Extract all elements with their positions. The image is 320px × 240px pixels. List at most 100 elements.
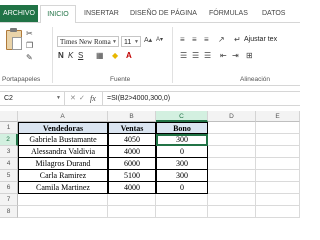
decrease-indent-icon[interactable]: ⇤ [220, 51, 227, 60]
table-cell-vendedora[interactable]: Camila Martinez [18, 182, 108, 194]
tab-datos[interactable]: DATOS [262, 7, 285, 21]
table-cell-vendedora[interactable]: Milagros Durand [18, 158, 108, 170]
empty-cell[interactable] [208, 170, 256, 182]
empty-cell[interactable] [256, 194, 300, 206]
empty-cell[interactable] [156, 194, 208, 206]
table-header-ventas[interactable]: Ventas [108, 122, 156, 134]
column-header-c[interactable]: C [156, 111, 208, 122]
decrease-font-icon[interactable]: A▾ [156, 36, 163, 43]
row-header-3[interactable]: 3 [0, 146, 18, 158]
chevron-down-icon: ▼ [134, 39, 139, 45]
empty-cell[interactable] [156, 206, 208, 218]
table-cell-vendedora[interactable]: Carla Ramirez [18, 170, 108, 182]
cut-icon[interactable]: ✂ [26, 29, 33, 38]
align-top-icon[interactable]: ≡ [180, 35, 185, 44]
increase-indent-icon[interactable]: ⇥ [232, 51, 239, 60]
row-header-8[interactable]: 8 [0, 206, 18, 218]
empty-cell[interactable] [208, 182, 256, 194]
chevron-down-icon: ▼ [112, 40, 117, 45]
empty-cell[interactable] [256, 146, 300, 158]
empty-cell[interactable] [256, 170, 300, 182]
table-cell-vendedora[interactable]: Gabriela Bustamante [18, 134, 108, 146]
table-cell-ventas[interactable]: 4000 [108, 146, 156, 158]
fill-color-icon[interactable]: ◆ [112, 51, 118, 60]
table-cell-ventas[interactable]: 5100 [108, 170, 156, 182]
row-header-6[interactable]: 6 [0, 182, 18, 194]
chevron-down-icon[interactable]: ▼ [56, 92, 61, 105]
empty-cell[interactable] [256, 182, 300, 194]
font-size-select[interactable]: 11 ▼ [121, 36, 141, 47]
fx-icon[interactable]: fx [90, 92, 96, 105]
increase-font-icon[interactable]: A▴ [144, 36, 152, 44]
table-cell-vendedora[interactable]: Alessandra Valdivia [18, 146, 108, 158]
underline-button[interactable]: S [78, 51, 83, 60]
select-all-corner[interactable] [0, 111, 18, 122]
empty-cell[interactable] [18, 206, 108, 218]
bold-button[interactable]: N [58, 51, 64, 60]
row-header-4[interactable]: 4 [0, 158, 18, 170]
table-cell-bono[interactable]: 300 [156, 170, 208, 182]
italic-button[interactable]: K [68, 51, 73, 60]
empty-cell[interactable] [208, 134, 256, 146]
formula-bar: C2 ▼ ✕ ✓ fx =SI(B2>4000,300,0) [0, 91, 300, 106]
table-cell-ventas[interactable]: 6000 [108, 158, 156, 170]
column-header-a[interactable]: A [18, 111, 108, 122]
copy-icon[interactable]: ❐ [26, 41, 33, 50]
table-cell-bono[interactable]: 0 [156, 146, 208, 158]
table-cell-bono-active[interactable]: 300 [156, 134, 208, 146]
table-cell-bono[interactable]: 300 [156, 158, 208, 170]
align-right-icon[interactable]: ☰ [204, 51, 211, 60]
row-header-1[interactable]: 1 [0, 122, 18, 134]
wrap-text-button[interactable]: Ajustar tex [244, 36, 277, 43]
table-header-vendedoras[interactable]: Vendedoras [18, 122, 108, 134]
align-left-icon[interactable]: ☰ [180, 51, 187, 60]
merge-cells-icon[interactable]: ⊞ [246, 51, 253, 60]
orientation-icon[interactable]: ↗ [218, 35, 225, 44]
align-bottom-icon[interactable]: ≡ [204, 35, 209, 44]
empty-cell[interactable] [208, 158, 256, 170]
column-header-e[interactable]: E [256, 111, 300, 122]
group-label-fuente: Fuente [110, 76, 131, 83]
tab-formulas[interactable]: FÓRMULAS [209, 7, 248, 21]
ribbon: ✂ ❐ ✎ Portapapeles Times New Roma ▼ 11 ▼ A… [0, 23, 300, 86]
empty-cell[interactable] [256, 206, 300, 218]
tab-inicio[interactable]: INICIO [40, 5, 76, 24]
tab-insertar[interactable]: INSERTAR [84, 7, 119, 21]
empty-cell[interactable] [108, 194, 156, 206]
row-header-7[interactable]: 7 [0, 194, 18, 206]
ribbon-tabs: ARCHIVO INICIO INSERTAR DISEÑO DE PÁGINA… [0, 0, 300, 24]
row-header-5[interactable]: 5 [0, 170, 18, 182]
column-header-b[interactable]: B [108, 111, 156, 122]
group-label-portapapeles: Portapapeles [2, 76, 41, 83]
formula-input[interactable]: =SI(B2>4000,300,0) [102, 92, 300, 105]
tab-archivo[interactable]: ARCHIVO [0, 5, 38, 22]
wrap-text-icon[interactable]: ↵ [234, 35, 241, 44]
empty-cell[interactable] [208, 194, 256, 206]
font-color-icon[interactable]: A [126, 51, 132, 60]
empty-cell[interactable] [18, 194, 108, 206]
empty-cell[interactable] [256, 122, 300, 134]
tab-diseno-pagina[interactable]: DISEÑO DE PÁGINA [130, 7, 197, 21]
align-center-icon[interactable]: ☰ [192, 51, 199, 60]
format-painter-icon[interactable]: ✎ [26, 53, 33, 62]
empty-cell[interactable] [208, 206, 256, 218]
empty-cell[interactable] [208, 122, 256, 134]
empty-cell[interactable] [108, 206, 156, 218]
empty-cell[interactable] [256, 134, 300, 146]
enter-icon[interactable]: ✓ [79, 92, 85, 105]
empty-cell[interactable] [208, 146, 256, 158]
table-cell-ventas[interactable]: 4000 [108, 182, 156, 194]
paste-sheet-icon [12, 37, 22, 50]
font-name-select[interactable]: Times New Roma ▼ [57, 36, 119, 47]
paste-button[interactable] [6, 28, 22, 50]
clipboard-icon [10, 28, 17, 32]
row-header-2[interactable]: 2 [0, 134, 18, 146]
column-header-d[interactable]: D [208, 111, 256, 122]
empty-cell[interactable] [256, 158, 300, 170]
table-cell-ventas[interactable]: 4050 [108, 134, 156, 146]
table-cell-bono[interactable]: 0 [156, 182, 208, 194]
align-middle-icon[interactable]: ≡ [192, 35, 197, 44]
borders-icon[interactable]: ▦ [96, 51, 104, 60]
cancel-icon[interactable]: ✕ [70, 92, 76, 105]
table-header-bono[interactable]: Bono [156, 122, 208, 134]
